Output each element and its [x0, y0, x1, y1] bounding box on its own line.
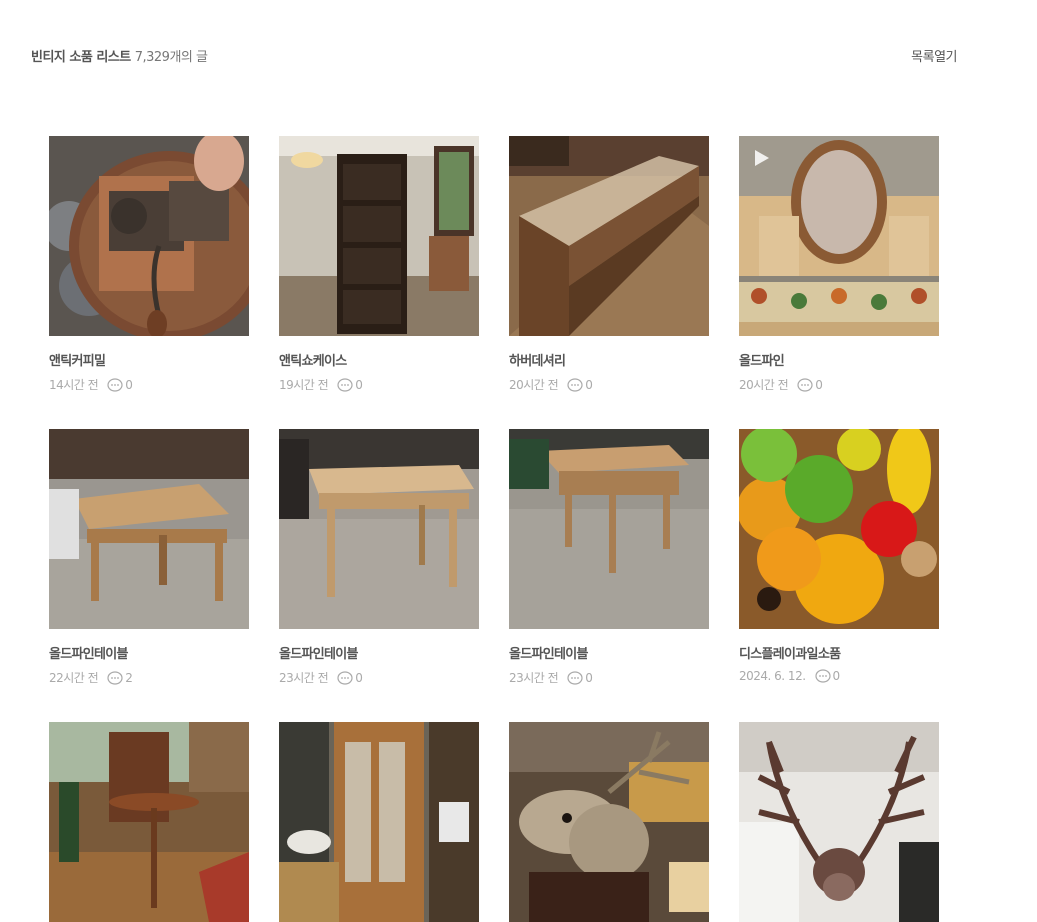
post-thumbnail[interactable]	[49, 722, 249, 922]
post-time: 20시간 전	[739, 378, 789, 392]
open-list-button[interactable]: 목록열기	[911, 46, 957, 65]
post-thumbnail[interactable]	[509, 722, 709, 922]
post-thumbnail[interactable]	[739, 136, 939, 336]
post-title[interactable]: 앤틱쇼케이스	[279, 350, 479, 369]
post-meta: 20시간 전 0	[509, 376, 593, 393]
post-count: 7,329개의 글	[134, 50, 208, 65]
post-time: 2024. 6. 12.	[739, 669, 806, 683]
post-thumbnail[interactable]	[739, 429, 939, 629]
comment-bubble-icon	[107, 670, 123, 685]
board-title: 빈티지 소품 리스트	[31, 50, 131, 65]
post-meta: 20시간 전 0	[739, 376, 823, 393]
list-title: 빈티지 소품 리스트 7,329개의 글	[31, 46, 208, 65]
comment-bubble-icon	[337, 377, 353, 392]
comment-bubble-icon	[567, 670, 583, 685]
comment-count: 0	[585, 670, 593, 685]
oval-mirror-pine-photo	[739, 136, 939, 336]
post-thumbnail[interactable]	[49, 136, 249, 336]
display-fruit-photo	[739, 429, 939, 629]
post-meta: 2024. 6. 12. 0	[739, 669, 840, 683]
deer-head-mount-photo	[509, 722, 709, 922]
post-meta: 19시간 전 0	[279, 376, 363, 393]
antler-mount-photo	[739, 722, 939, 922]
bookcase-showcase-photo	[279, 136, 479, 336]
post-title[interactable]: 올드파인	[739, 350, 939, 369]
post-title[interactable]: 올드파인테이블	[509, 643, 709, 662]
post-thumbnail[interactable]	[279, 136, 479, 336]
comment-count: 2	[125, 670, 133, 685]
comment-count: 0	[355, 377, 363, 392]
comment-bubble-icon	[567, 377, 583, 392]
post-title[interactable]: 디스플레이과일소품	[739, 643, 939, 662]
post-thumbnail[interactable]	[279, 429, 479, 629]
post-time: 14시간 전	[49, 378, 99, 392]
carved-glass-cabinet-photo	[279, 722, 479, 922]
comment-count: 0	[355, 670, 363, 685]
post-meta: 23시간 전 0	[279, 669, 363, 686]
coffee-mill-photo	[49, 136, 249, 336]
comment-count: 0	[125, 377, 133, 392]
pine-table-photo	[509, 429, 709, 629]
post-time: 20시간 전	[509, 378, 559, 392]
post-thumbnail[interactable]	[49, 429, 249, 629]
glass-display-counter-photo	[509, 136, 709, 336]
post-time: 23시간 전	[279, 671, 329, 685]
comment-bubble-icon	[337, 670, 353, 685]
comment-bubble-icon	[814, 669, 831, 683]
post-title[interactable]: 앤틱커피밀	[49, 350, 249, 369]
post-time: 19시간 전	[279, 378, 329, 392]
comment-count: 0	[832, 669, 841, 683]
pine-table-photo	[49, 429, 249, 629]
list-header: 빈티지 소품 리스트 7,329개의 글 목록열기	[31, 46, 957, 66]
post-thumbnail[interactable]	[509, 136, 709, 336]
comment-count: 0	[585, 377, 593, 392]
post-title[interactable]: 올드파인테이블	[279, 643, 479, 662]
post-thumbnail[interactable]	[279, 722, 479, 922]
post-time: 23시간 전	[509, 671, 559, 685]
post-thumbnail[interactable]	[739, 722, 939, 922]
post-meta: 22시간 전 2	[49, 669, 133, 686]
comment-bubble-icon	[797, 377, 813, 392]
pine-table-photo	[279, 429, 479, 629]
post-meta: 23시간 전 0	[509, 669, 593, 686]
post-meta: 14시간 전 0	[49, 376, 133, 393]
comment-count: 0	[815, 377, 823, 392]
round-pedestal-table-photo	[49, 722, 249, 922]
post-time: 22시간 전	[49, 671, 99, 685]
post-title[interactable]: 하버데셔리	[509, 350, 709, 369]
post-thumbnail[interactable]	[509, 429, 709, 629]
comment-bubble-icon	[107, 377, 123, 392]
post-title[interactable]: 올드파인테이블	[49, 643, 249, 662]
